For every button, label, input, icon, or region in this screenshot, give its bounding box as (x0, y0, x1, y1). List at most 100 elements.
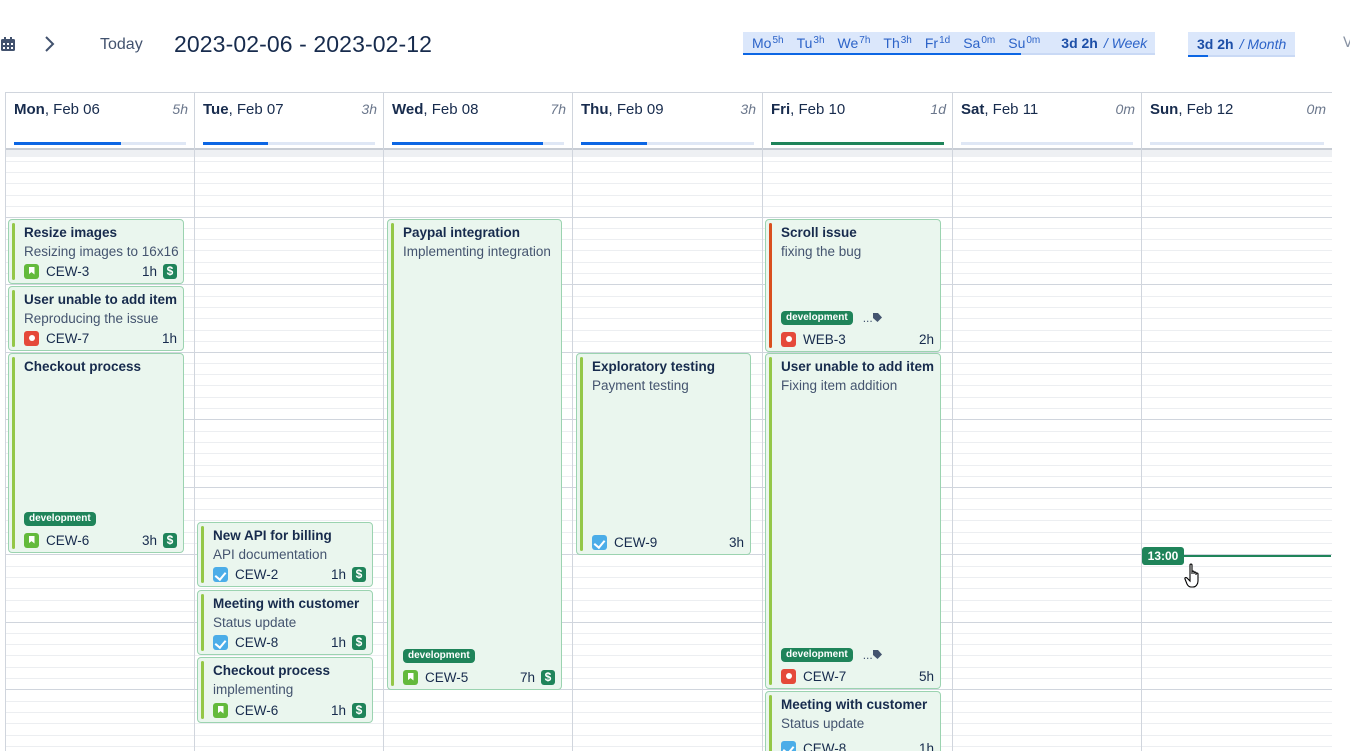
day-column-sat[interactable]: Sat, Feb 11 0m (953, 93, 1142, 751)
bug-icon (781, 668, 796, 684)
worklog-tags: development (24, 512, 96, 526)
week-summary[interactable]: Mo5h Tu3h We7h Th3h Fr1d Sa0m Su0m 3d 2h… (743, 32, 1156, 55)
worklog-duration: 5h (918, 668, 934, 684)
worklog-card[interactable]: Paypal integration Implementing integrati… (387, 219, 562, 690)
week-day-summary: Mo5h (752, 34, 784, 51)
worklog-card[interactable]: Scroll issue fixing the bug development...… (765, 219, 941, 352)
week-day-summary: Sa0m (963, 34, 996, 51)
task-icon (781, 740, 796, 751)
worklog-duration: 3h (141, 532, 157, 548)
calendar-icon[interactable] (0, 36, 16, 52)
worklog-title: Meeting with customer (781, 697, 928, 712)
worklog-card[interactable]: Checkout process development CEW-6 3h $ (8, 353, 184, 553)
issue-key[interactable]: CEW-7 (46, 331, 162, 346)
day-progress-bar (14, 142, 186, 145)
worklog-tags: development... (781, 311, 882, 325)
worklog-accent (580, 357, 583, 551)
day-header-label: Thu, Feb 09 (581, 101, 664, 118)
worklog-title: New API for billing (213, 528, 332, 543)
week-day-summary: We7h (837, 34, 871, 51)
worklog-card[interactable]: User unable to add item Reproducing the i… (8, 286, 184, 351)
worklog-card[interactable]: Exploratory testing Payment testing CEW-9 3… (576, 353, 751, 555)
day-header-label: Sat, Feb 11 (961, 101, 1039, 118)
worklog-duration: 1h (330, 566, 346, 582)
story-icon (403, 669, 418, 685)
day-column-sun[interactable]: Sun, Feb 12 0m (1142, 93, 1333, 751)
worklog-footer: CEW-5 7h $ (403, 668, 555, 686)
worklog-card[interactable]: Resize images Resizing images to 16x16 CEW… (8, 219, 184, 284)
worklog-footer: CEW-7 1h (24, 329, 177, 347)
billable-dollar-icon: $ (352, 702, 366, 718)
worklog-accent (12, 290, 15, 347)
month-summary[interactable]: 3d 2h / Month (1188, 32, 1296, 57)
worklog-title: User unable to add item (24, 292, 178, 307)
day-header: Sun, Feb 12 0m (1142, 93, 1332, 150)
worklog-duration: 1h (161, 330, 177, 346)
week-unit-label: / Week (1103, 34, 1148, 51)
worklog-card[interactable]: Checkout process implementing CEW-6 1h $ (197, 657, 373, 723)
overflow-indicator: ᐯ (1343, 34, 1350, 50)
label-icon[interactable]: ... (863, 648, 882, 662)
worklog-tags: development... (781, 648, 882, 662)
issue-key[interactable]: CEW-2 (235, 567, 331, 582)
issue-key[interactable]: CEW-5 (425, 670, 520, 685)
task-icon (592, 534, 607, 550)
issue-key[interactable]: CEW-3 (46, 264, 142, 279)
all-day-strip (763, 150, 952, 157)
worklog-duration: 7h (519, 669, 535, 685)
day-progress-fill (581, 142, 647, 145)
week-day-summary: Tu3h (796, 34, 825, 51)
month-total: 3d 2h (1197, 35, 1234, 52)
worklog-footer: CEW-7 5h (781, 667, 934, 685)
issue-key[interactable]: CEW-7 (803, 669, 919, 684)
worklog-duration: 2h (918, 331, 934, 347)
task-icon (213, 566, 228, 582)
issue-key[interactable]: CEW-8 (235, 635, 331, 650)
issue-key[interactable]: WEB-3 (803, 332, 919, 347)
toolbar: Today 2023-02-06 - 2023-02-12 Mo5h Tu3h … (0, 0, 1350, 92)
worklog-description: Resizing images to 16x16 (24, 244, 179, 259)
day-header: Tue, Feb 07 3h (195, 93, 383, 150)
worklog-card[interactable]: Meeting with customer Status update CEW-8 1… (765, 691, 941, 751)
day-total: 7h (550, 101, 566, 117)
label-icon[interactable]: ... (863, 311, 882, 325)
day-header: Sat, Feb 11 0m (953, 93, 1141, 150)
day-header-label: Sun, Feb 12 (1150, 101, 1234, 118)
issue-key[interactable]: CEW-6 (235, 703, 331, 718)
issue-key[interactable]: CEW-9 (614, 535, 729, 550)
worklog-title: Scroll issue (781, 225, 857, 240)
week-calendar-grid[interactable]: Mon, Feb 06 5h Tue, Feb 07 3h Wed, Feb 08 7h T… (5, 92, 1333, 751)
worklog-tags: development (403, 649, 475, 663)
worklog-title: Meeting with customer (213, 596, 360, 611)
worklog-card[interactable]: Meeting with customer Status update CEW-8 1… (197, 590, 373, 655)
day-progress-fill (392, 142, 544, 145)
chevron-right-icon[interactable] (42, 34, 58, 54)
worklog-accent (201, 526, 204, 583)
all-day-strip (6, 150, 194, 157)
worklog-card[interactable]: New API for billing API documentation CEW-… (197, 522, 373, 587)
worklog-footer: CEW-3 1h $ (24, 262, 177, 280)
worklog-duration: 1h (141, 263, 157, 279)
worklog-accent (201, 661, 204, 719)
all-day-strip (573, 150, 762, 157)
all-day-strip (953, 150, 1141, 157)
day-total: 3h (740, 101, 756, 117)
day-progress-bar (203, 142, 375, 145)
billable-dollar-icon: $ (352, 634, 366, 650)
worklog-description: implementing (213, 682, 294, 697)
worklog-accent (769, 357, 772, 685)
today-button[interactable]: Today (92, 30, 151, 60)
worklog-description: Status update (781, 716, 865, 731)
day-progress-bar (961, 142, 1133, 145)
week-day-summary: Th3h (883, 34, 912, 51)
issue-key[interactable]: CEW-8 (803, 741, 919, 751)
tag-icon (872, 650, 882, 659)
issue-key[interactable]: CEW-6 (46, 533, 142, 548)
worklog-description: Fixing item addition (781, 378, 898, 393)
week-total: 3d 2h (1061, 34, 1098, 51)
worklog-card[interactable]: User unable to add item Fixing item addit… (765, 353, 941, 689)
day-progress-fill (14, 142, 121, 145)
worklog-title: Resize images (24, 225, 118, 240)
story-icon (24, 263, 39, 279)
worklog-accent (201, 594, 204, 651)
